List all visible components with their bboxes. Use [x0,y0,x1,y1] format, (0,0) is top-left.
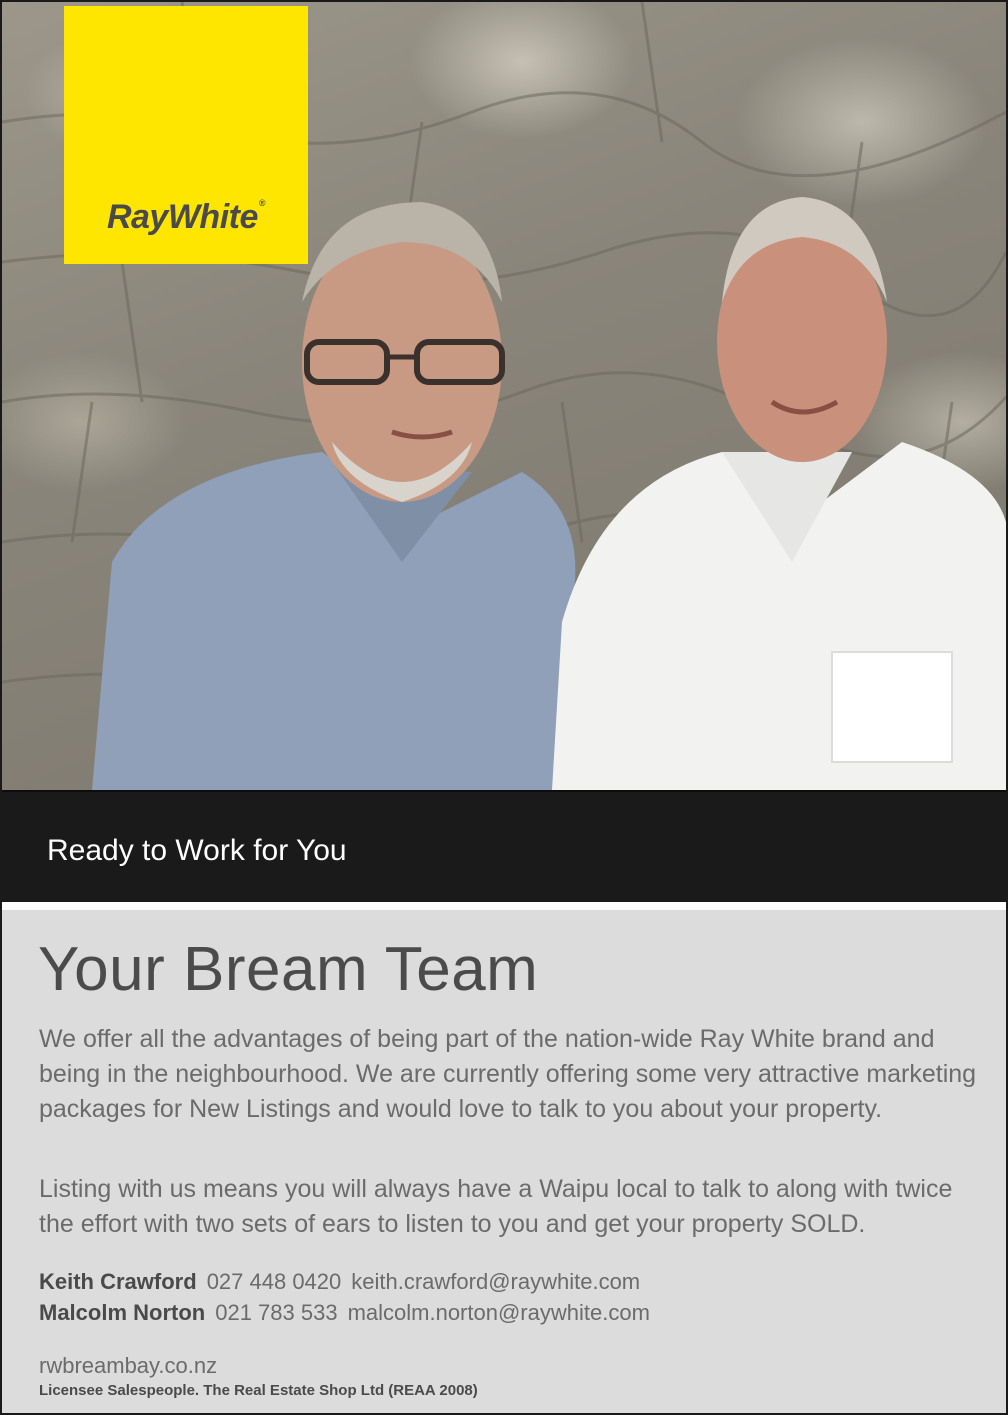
listing-paragraph: Listing with us means you will always ha… [39,1175,953,1238]
license-text: Licensee Salespeople. The Real Estate Sh… [39,1382,478,1399]
intro-paragraph: We offer all the advantages of being par… [39,1025,977,1123]
website-link[interactable]: rwbreambay.co.nz [39,1353,217,1379]
contact-email[interactable]: malcolm.norton@raywhite.com [348,1300,650,1325]
content-panel: Your Bream Team We offer all the advanta… [2,910,1006,1413]
ray-white-logo: RayWhite® [64,6,308,264]
team-photo: RayWhite® [2,2,1006,790]
contact-name: Malcolm Norton [39,1300,206,1325]
contact-name: Keith Crawford [39,1269,197,1294]
contact-phone[interactable]: 021 783 533 [215,1300,337,1325]
contact-row: Malcolm Norton 021 783 533 malcolm.norton@… [39,1297,650,1328]
divider [2,902,1006,910]
logo-wordmark: RayWhite® [106,198,266,236]
contact-list: Keith Crawford 027 448 0420 keith.crawford… [39,1266,650,1328]
contact-email[interactable]: keith.crawford@raywhite.com [351,1269,640,1294]
person-right [552,197,1006,790]
advertisement-page: RayWhite® Ready to Work for You Your Bre… [0,0,1008,1415]
contact-row: Keith Crawford 027 448 0420 keith.crawford… [39,1266,650,1297]
tagline-banner: Ready to Work for You [2,790,1006,904]
tagline-text: Ready to Work for You [47,834,347,867]
person-left [92,202,576,790]
page-title: Your Bream Team [38,935,539,1004]
contact-phone[interactable]: 027 448 0420 [207,1269,342,1294]
